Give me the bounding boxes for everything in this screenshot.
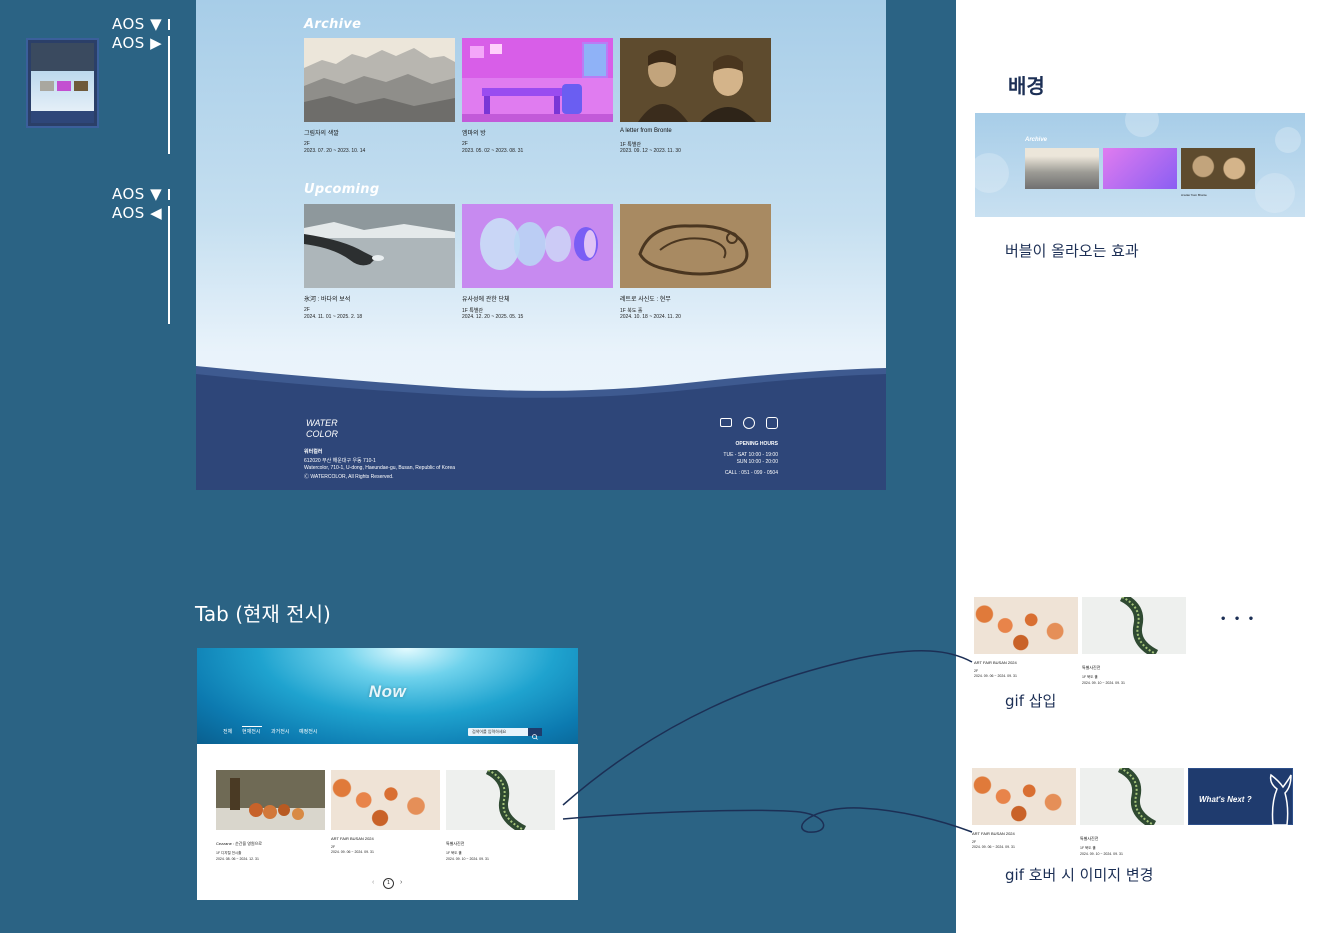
connector-line bbox=[562, 807, 973, 833]
connector-line bbox=[562, 650, 973, 806]
connector-lines bbox=[562, 650, 973, 833]
